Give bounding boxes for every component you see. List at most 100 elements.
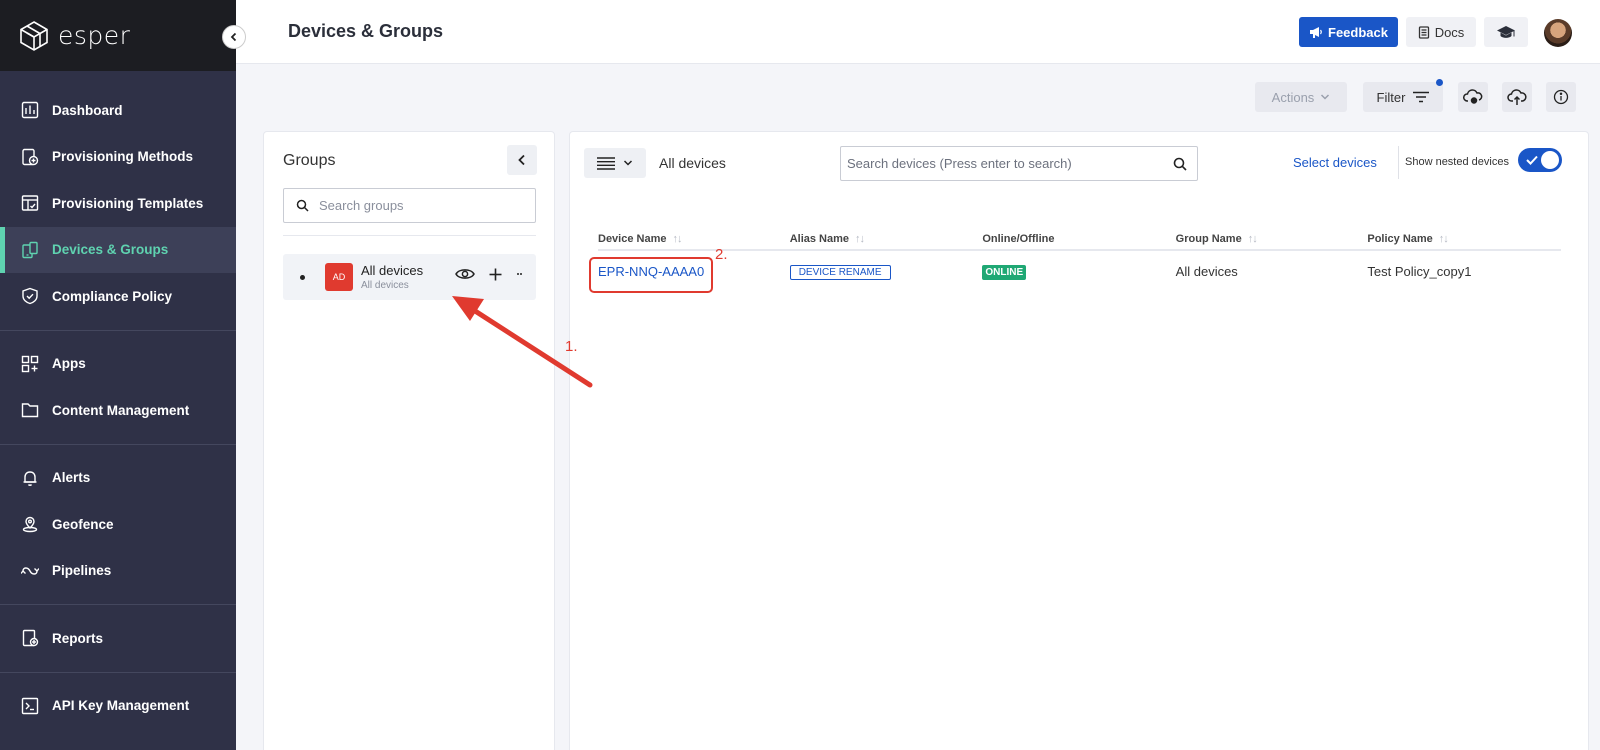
cloud-upload-icon: [1507, 89, 1527, 105]
chevron-down-icon: [623, 160, 633, 166]
graduation-cap-icon: [1497, 26, 1515, 38]
cloud-upload-button[interactable]: [1502, 82, 1532, 112]
devices-panel: All devices Select devices Show nested d…: [569, 131, 1589, 750]
esper-logo-icon: [20, 20, 48, 51]
sidebar-item-label: Alerts: [52, 470, 91, 486]
pipeline-icon: [20, 561, 40, 581]
sidebar-item-provisioning-templates[interactable]: Provisioning Templates: [0, 180, 236, 227]
group-actions: [455, 267, 526, 281]
sidebar-item-label: Reports: [52, 630, 104, 646]
sidebar-item-compliance-policy[interactable]: Compliance Policy: [0, 273, 236, 320]
folder-icon: [20, 400, 40, 420]
group-bullet: [300, 274, 305, 280]
apps-icon: [20, 354, 40, 374]
sort-icon[interactable]: ↑↓: [1248, 233, 1258, 245]
group-name: All devices: [361, 263, 424, 278]
nested-devices-toggle[interactable]: [1518, 148, 1562, 172]
sort-icon[interactable]: ↑↓: [1439, 233, 1449, 245]
sidebar-item-label: Provisioning Templates: [52, 195, 204, 211]
cloud-settings-button[interactable]: [1458, 82, 1488, 112]
status-cell: ONLINE: [982, 250, 1175, 292]
sidebar-item-pipelines[interactable]: Pipelines: [0, 548, 236, 595]
megaphone-icon: [1310, 27, 1322, 38]
sidebar-item-api-key-management[interactable]: API Key Management: [0, 683, 236, 730]
feedback-button[interactable]: Feedback: [1299, 17, 1398, 47]
groups-divider: [283, 235, 536, 236]
groups-collapse-button[interactable]: [507, 145, 537, 175]
top-bar: Devices & Groups Feedback Docs: [236, 0, 1600, 64]
sidebar-item-label: Devices & Groups: [52, 242, 169, 258]
select-devices-link[interactable]: Select devices: [1293, 155, 1377, 170]
chevron-left-icon: [518, 154, 525, 166]
sidebar-item-label: Provisioning Methods: [52, 149, 194, 165]
provisioning-icon: [20, 147, 40, 167]
filter-label: Filter: [1376, 89, 1406, 105]
plus-icon[interactable]: [489, 268, 502, 281]
more-icon[interactable]: [516, 272, 526, 276]
learning-button[interactable]: [1484, 17, 1528, 47]
list-view-icon: [597, 156, 615, 170]
template-icon: [20, 193, 40, 213]
chevron-left-icon: [230, 32, 237, 42]
sidebar-item-reports[interactable]: Reports: [0, 615, 236, 662]
device-highlight-box: [589, 257, 713, 293]
sort-icon[interactable]: ↑↓: [673, 233, 683, 245]
column-header-online-offline: Online/Offline: [982, 228, 1176, 251]
shield-icon: [20, 286, 40, 306]
sidebar-nav: Dashboard Provisioning Methods Provision…: [0, 71, 236, 729]
actions-dropdown[interactable]: Actions: [1255, 82, 1347, 112]
groups-panel: Groups AD All devices All devices: [263, 131, 555, 750]
sidebar-item-label: API Key Management: [52, 698, 190, 714]
annotation-step-2: 2.: [715, 246, 728, 263]
report-icon: [20, 628, 40, 648]
sidebar-item-label: Geofence: [52, 516, 114, 532]
filter-button[interactable]: Filter: [1363, 82, 1443, 112]
devices-table: Device Name ↑↓ Alias Name ↑↓ Online/Offlin…: [598, 228, 1561, 292]
sidebar-item-dashboard[interactable]: Dashboard: [0, 87, 236, 134]
docs-button[interactable]: Docs: [1406, 17, 1476, 47]
alias-badge: DEVICE RENAME: [789, 265, 891, 280]
eye-icon[interactable]: [455, 267, 475, 281]
location-icon: [20, 514, 40, 534]
document-icon: [1418, 25, 1429, 39]
user-avatar[interactable]: [1544, 19, 1572, 47]
dashboard-icon: [20, 100, 40, 120]
bell-icon: [20, 468, 40, 488]
brand-name: esper: [58, 21, 131, 50]
sidebar-item-label: Compliance Policy: [52, 288, 173, 304]
terminal-icon: [20, 696, 40, 716]
sidebar-collapse-button[interactable]: [222, 25, 246, 49]
column-header-group-name[interactable]: Group Name ↑↓: [1175, 228, 1368, 251]
device-search: [840, 146, 1198, 181]
brand: esper: [0, 0, 246, 71]
sidebar-item-apps[interactable]: Apps: [0, 341, 236, 388]
column-header-device-name[interactable]: Device Name ↑↓: [598, 228, 790, 251]
sidebar-item-alerts[interactable]: Alerts: [0, 455, 236, 502]
sidebar: esper Dashboard Provisioning Methods Pro…: [0, 0, 246, 750]
table-row[interactable]: EPR-NNQ-AAAA0 DEVICE RENAME ONLINE All d…: [598, 250, 1561, 292]
view-toggle-button[interactable]: [584, 148, 646, 178]
toggle-knob: [1541, 151, 1559, 169]
current-group-label: All devices: [659, 155, 726, 171]
docs-label: Docs: [1434, 24, 1465, 40]
sidebar-item-geofence[interactable]: Geofence: [0, 501, 236, 548]
annotation-arrow-icon: [452, 296, 593, 388]
sidebar-item-content-management[interactable]: Content Management: [0, 387, 236, 434]
filter-icon: [1413, 91, 1430, 103]
group-path: All devices: [361, 280, 409, 291]
sidebar-item-devices-groups[interactable]: Devices & Groups: [0, 226, 236, 273]
info-button[interactable]: [1546, 82, 1576, 112]
sidebar-item-provisioning-methods[interactable]: Provisioning Methods: [0, 134, 236, 181]
check-icon: [1526, 155, 1538, 165]
filter-active-indicator: [1436, 79, 1443, 86]
sort-icon[interactable]: ↑↓: [855, 233, 865, 245]
group-text: All devices All devices: [361, 263, 423, 291]
search-icon: [296, 199, 309, 212]
column-header-alias-name[interactable]: Alias Name ↑↓: [789, 228, 983, 251]
sidebar-divider: [0, 329, 236, 331]
search-icon[interactable]: [1173, 157, 1187, 171]
device-search-input[interactable]: [847, 156, 1167, 171]
column-header-policy-name[interactable]: Policy Name ↑↓: [1367, 228, 1561, 251]
groups-search-input[interactable]: [319, 198, 519, 213]
info-icon: [1553, 89, 1569, 105]
